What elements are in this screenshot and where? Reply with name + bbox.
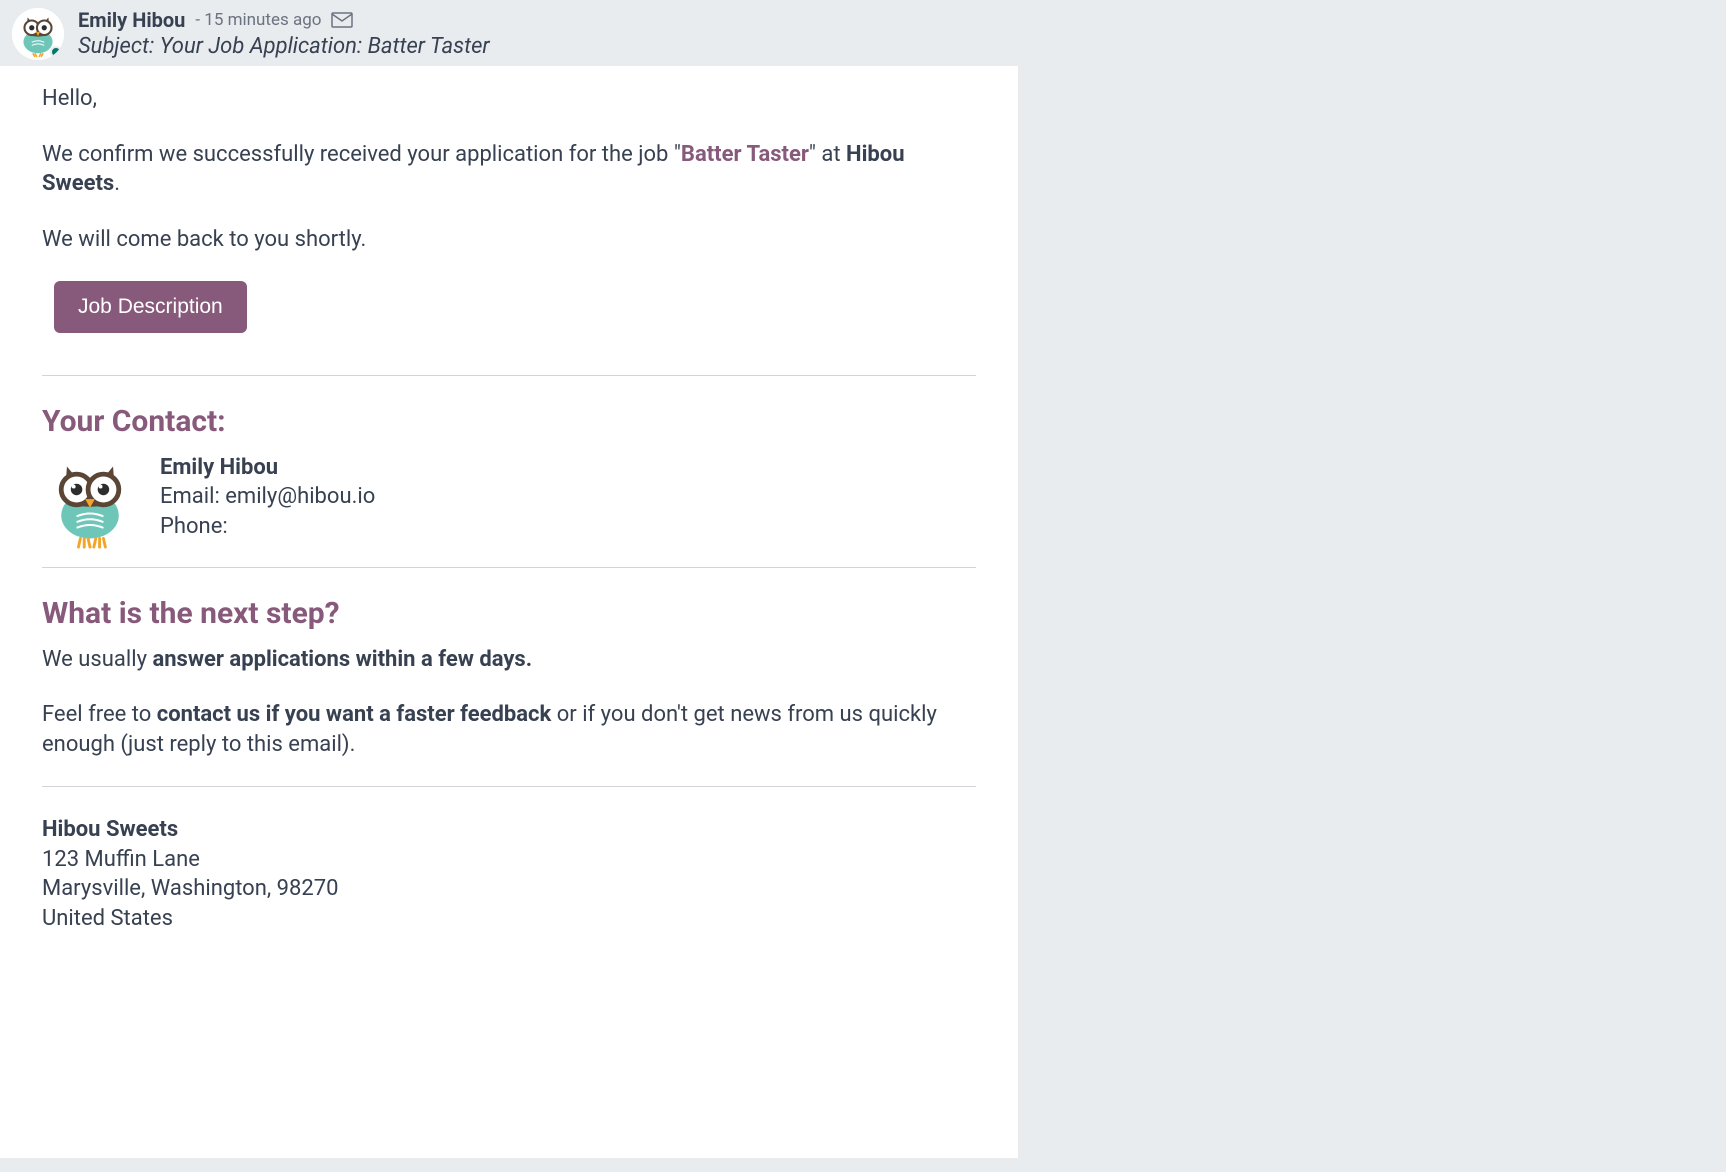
next-step-line1: We usually answer applications within a …	[42, 645, 976, 675]
contact-email-label: Email:	[160, 484, 225, 509]
next-step-line2-strong: contact us if you want a faster feedback	[157, 702, 552, 727]
greeting: Hello,	[42, 84, 976, 114]
footer-address-3: United States	[42, 904, 976, 934]
confirm-prefix: We confirm we successfully received your…	[42, 142, 681, 167]
contact-avatar	[42, 453, 138, 549]
contact-phone-label: Phone:	[160, 514, 228, 539]
next-step-line1-strong: answer applications within a few days.	[152, 647, 532, 672]
next-step-line1-prefix: We usually	[42, 647, 152, 672]
envelope-icon	[331, 12, 353, 28]
subject-value: Your Job Application: Batter Taster	[160, 34, 490, 59]
company-footer: Hibou Sweets 123 Muffin Lane Marysville,…	[42, 815, 976, 934]
followup-text: We will come back to you shortly.	[42, 225, 976, 255]
message-header: Emily Hibou - 15 minutes ago Subject: Yo…	[0, 0, 1726, 64]
divider	[42, 567, 976, 568]
divider	[42, 786, 976, 787]
next-step-heading: What is the next step?	[42, 596, 976, 631]
footer-address-2: Marysville, Washington, 98270	[42, 874, 976, 904]
confirm-suffix: .	[114, 171, 120, 196]
message-timestamp: - 15 minutes ago	[195, 10, 321, 30]
contact-phone-line: Phone:	[160, 512, 375, 542]
subject-label: Subject:	[78, 34, 154, 59]
footer-address-1: 123 Muffin Lane	[42, 845, 976, 875]
subject-line: Subject: Your Job Application: Batter Ta…	[78, 34, 490, 59]
footer-company: Hibou Sweets	[42, 815, 976, 845]
next-step-line2: Feel free to contact us if you want a fa…	[42, 700, 976, 759]
confirm-mid: " at	[809, 142, 846, 167]
message-body: Hello, We confirm we successfully receiv…	[0, 66, 1018, 1158]
confirmation-paragraph: We confirm we successfully received your…	[42, 140, 976, 199]
job-title-link[interactable]: Batter Taster	[681, 142, 809, 167]
divider	[42, 375, 976, 376]
contact-name: Emily Hibou	[160, 453, 375, 483]
next-step-line2-prefix: Feel free to	[42, 702, 157, 727]
your-contact-heading: Your Contact:	[42, 404, 976, 439]
presence-dot-icon	[50, 46, 62, 58]
job-description-button[interactable]: Job Description	[54, 281, 247, 333]
contact-block: Emily Hibou Email: emily@hibou.io Phone:	[42, 453, 976, 549]
contact-email-value: emily@hibou.io	[225, 484, 375, 509]
sender-avatar	[12, 8, 64, 60]
sender-name: Emily Hibou	[78, 8, 185, 32]
contact-email-line: Email: emily@hibou.io	[160, 482, 375, 512]
